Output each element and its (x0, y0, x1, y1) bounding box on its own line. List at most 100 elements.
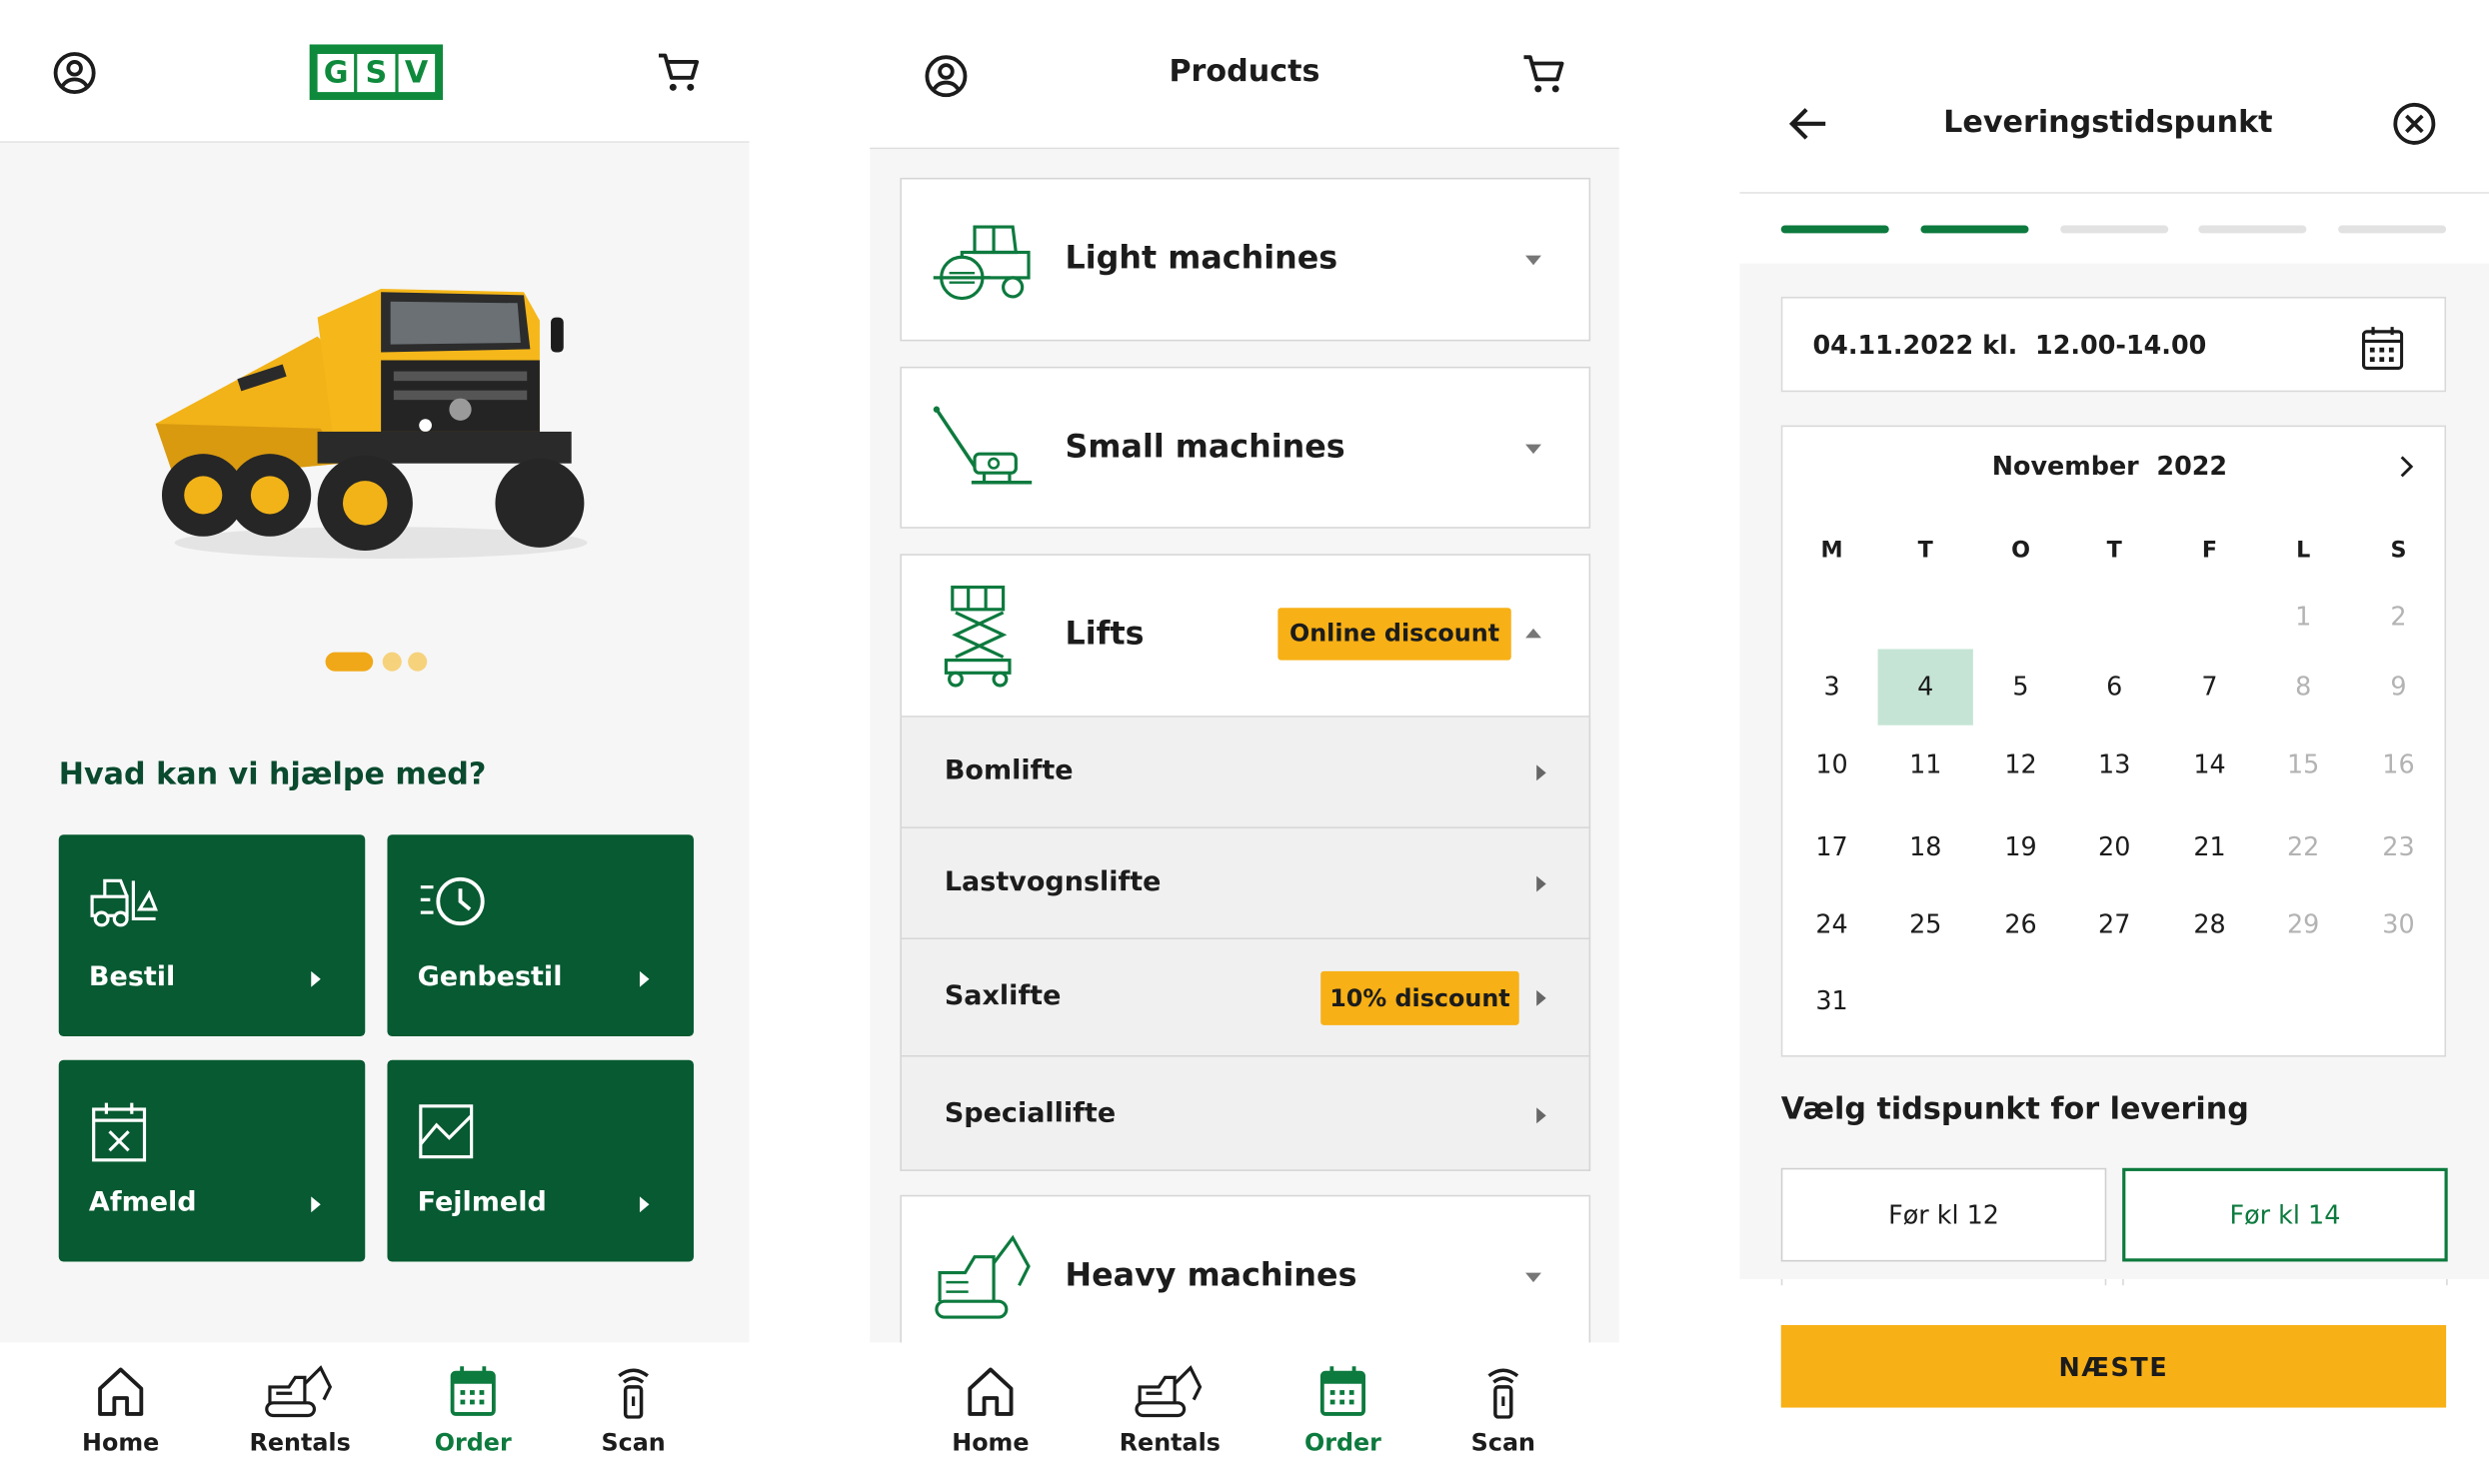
caret-right-icon (639, 970, 650, 987)
help-heading: Hvad kan vi hjælpe med? (58, 756, 487, 792)
carousel-dot[interactable] (408, 652, 428, 672)
tile-fejlmeld[interactable]: Fejlmeld (387, 1059, 694, 1262)
calendar-day[interactable]: 27 (2090, 909, 2138, 939)
forklift-icon (89, 874, 162, 928)
calendar-day[interactable]: 31 (1808, 985, 1856, 1015)
subcategory-lastvognslifte[interactable]: Lastvognslifte (900, 827, 1591, 940)
nav-scan[interactable]: Scan (1423, 1365, 1582, 1457)
nav-order[interactable]: Order (394, 1365, 553, 1457)
calendar-day[interactable]: 26 (1997, 909, 2045, 939)
date-field-value: 04.11.2022 kl. 12.00-14.00 (1812, 330, 2207, 361)
category-title: Light machines (1065, 238, 1338, 277)
date-field[interactable]: 04.11.2022 kl. 12.00-14.00 (1780, 296, 2447, 393)
calendar-day[interactable]: 13 (2090, 749, 2138, 779)
cart-icon[interactable] (656, 51, 700, 95)
hero-truck-image[interactable] (143, 273, 619, 575)
calendar-day[interactable]: 19 (1997, 831, 2045, 861)
products-list: Light machines Small machines Lifts Onli… (870, 149, 1619, 1343)
tile-label: Fejlmeld (417, 1186, 547, 1219)
carousel-dot-active[interactable] (325, 652, 374, 672)
tile-genbestil[interactable]: Genbestil (387, 834, 694, 1036)
weekday-label: T (1917, 538, 1933, 564)
discount-badge: 10% discount (1320, 970, 1519, 1025)
calendar-day[interactable]: 3 (1808, 672, 1856, 702)
scissor-lift-icon (943, 584, 1019, 689)
caret-right-icon (311, 1196, 321, 1213)
calendar-day[interactable]: 25 (1901, 909, 1949, 939)
calendar-day[interactable]: 21 (2186, 831, 2234, 861)
home-icon (41, 1365, 200, 1419)
weekday-label: F (2201, 538, 2218, 564)
progress-step (2198, 225, 2307, 234)
nav-label: Home (82, 1428, 160, 1457)
calendar-day[interactable]: 20 (2090, 831, 2138, 861)
carousel-dot[interactable] (382, 652, 402, 672)
calendar-icon[interactable] (2361, 326, 2404, 371)
calendar-day: 30 (2382, 908, 2415, 940)
category-lifts[interactable]: Lifts Online discount (900, 554, 1591, 718)
logo-letter: V (398, 53, 436, 92)
nav-order[interactable]: Order (1263, 1365, 1422, 1457)
weekday-label: O (2011, 538, 2030, 564)
tile-afmeld[interactable]: Afmeld (58, 1059, 366, 1262)
subcategory-speciallifte[interactable]: Speciallifte (900, 1056, 1591, 1171)
page-title: Products (1169, 53, 1320, 89)
scan-icon (1423, 1365, 1582, 1419)
subcategory-bomlifte[interactable]: Bomlifte (900, 717, 1591, 828)
category-heavy-machines[interactable]: Heavy machines (900, 1194, 1591, 1343)
time-option-before-14-selected[interactable]: Før kl 14 (2122, 1167, 2448, 1262)
calendar-cancel-icon (89, 1099, 153, 1163)
time-option-before-12[interactable]: Før kl 12 (1780, 1167, 2107, 1262)
calendar-widget: November 2022 M T O T F L S 1 2 3 4 5 6 7 8 9 10 11 12 13 14… (1780, 425, 2447, 1057)
nav-label: Scan (1470, 1428, 1535, 1457)
cart-icon[interactable] (1520, 52, 1564, 96)
calendar-day[interactable]: 28 (2186, 909, 2234, 939)
roller-icon (931, 221, 1036, 304)
tile-label: Genbestil (417, 961, 563, 994)
weekday-label: T (2106, 538, 2122, 564)
calendar-day-selected[interactable]: 4 (1901, 672, 1949, 702)
progress-step-done (1780, 225, 1889, 234)
calendar-day[interactable]: 18 (1901, 831, 1949, 861)
category-light-machines[interactable]: Light machines (900, 177, 1591, 342)
category-small-machines[interactable]: Small machines (900, 366, 1591, 529)
calendar-day[interactable]: 24 (1808, 909, 1856, 939)
next-button[interactable]: NÆSTE (1780, 1324, 2447, 1408)
calendar-day[interactable]: 17 (1808, 831, 1856, 861)
caret-right-icon (1536, 875, 1546, 892)
calendar-day[interactable]: 5 (1997, 672, 2045, 702)
heavy-excavator-icon (931, 1231, 1036, 1323)
progress-step-done (1920, 225, 2029, 234)
profile-icon[interactable] (52, 51, 96, 95)
nav-label: Rentals (1119, 1428, 1221, 1457)
nav-label: Order (434, 1428, 512, 1457)
nav-rentals[interactable]: Rentals (221, 1365, 380, 1457)
subcategory-label: Speciallifte (944, 1097, 1117, 1130)
bottom-nav: Home Rentals Order Scan (870, 1342, 1619, 1484)
nav-rentals[interactable]: Rentals (1091, 1365, 1249, 1457)
chevron-right-icon[interactable] (2397, 454, 2416, 479)
close-icon[interactable] (2392, 102, 2436, 146)
tile-bestil[interactable]: Bestil (58, 834, 366, 1036)
nav-scan[interactable]: Scan (554, 1365, 713, 1457)
calendar-day[interactable]: 14 (2186, 749, 2234, 779)
chevron-down-icon (1525, 1272, 1541, 1283)
nav-home[interactable]: Home (912, 1365, 1071, 1457)
tile-label: Bestil (88, 961, 176, 994)
subcategory-label: Bomlifte (944, 754, 1074, 787)
caret-right-icon (639, 1196, 650, 1213)
home-icon (912, 1365, 1071, 1419)
subcategory-saxlifte[interactable]: Saxlifte 10% discount (900, 939, 1591, 1057)
calendar-day[interactable]: 12 (1997, 749, 2045, 779)
calendar-day[interactable]: 6 (2090, 672, 2138, 702)
calendar-day[interactable]: 10 (1808, 749, 1856, 779)
subcategory-label: Lastvognslifte (944, 866, 1162, 898)
calendar-day[interactable]: 11 (1901, 749, 1949, 779)
tile-label: Afmeld (88, 1186, 197, 1219)
bottom-nav: Home Rentals Order Scan (0, 1342, 750, 1484)
excavator-icon (1091, 1365, 1249, 1419)
nav-home[interactable]: Home (41, 1365, 200, 1457)
calendar-day[interactable]: 7 (2186, 672, 2234, 702)
progress-step (2338, 225, 2447, 234)
category-title: Lifts (1065, 614, 1145, 653)
